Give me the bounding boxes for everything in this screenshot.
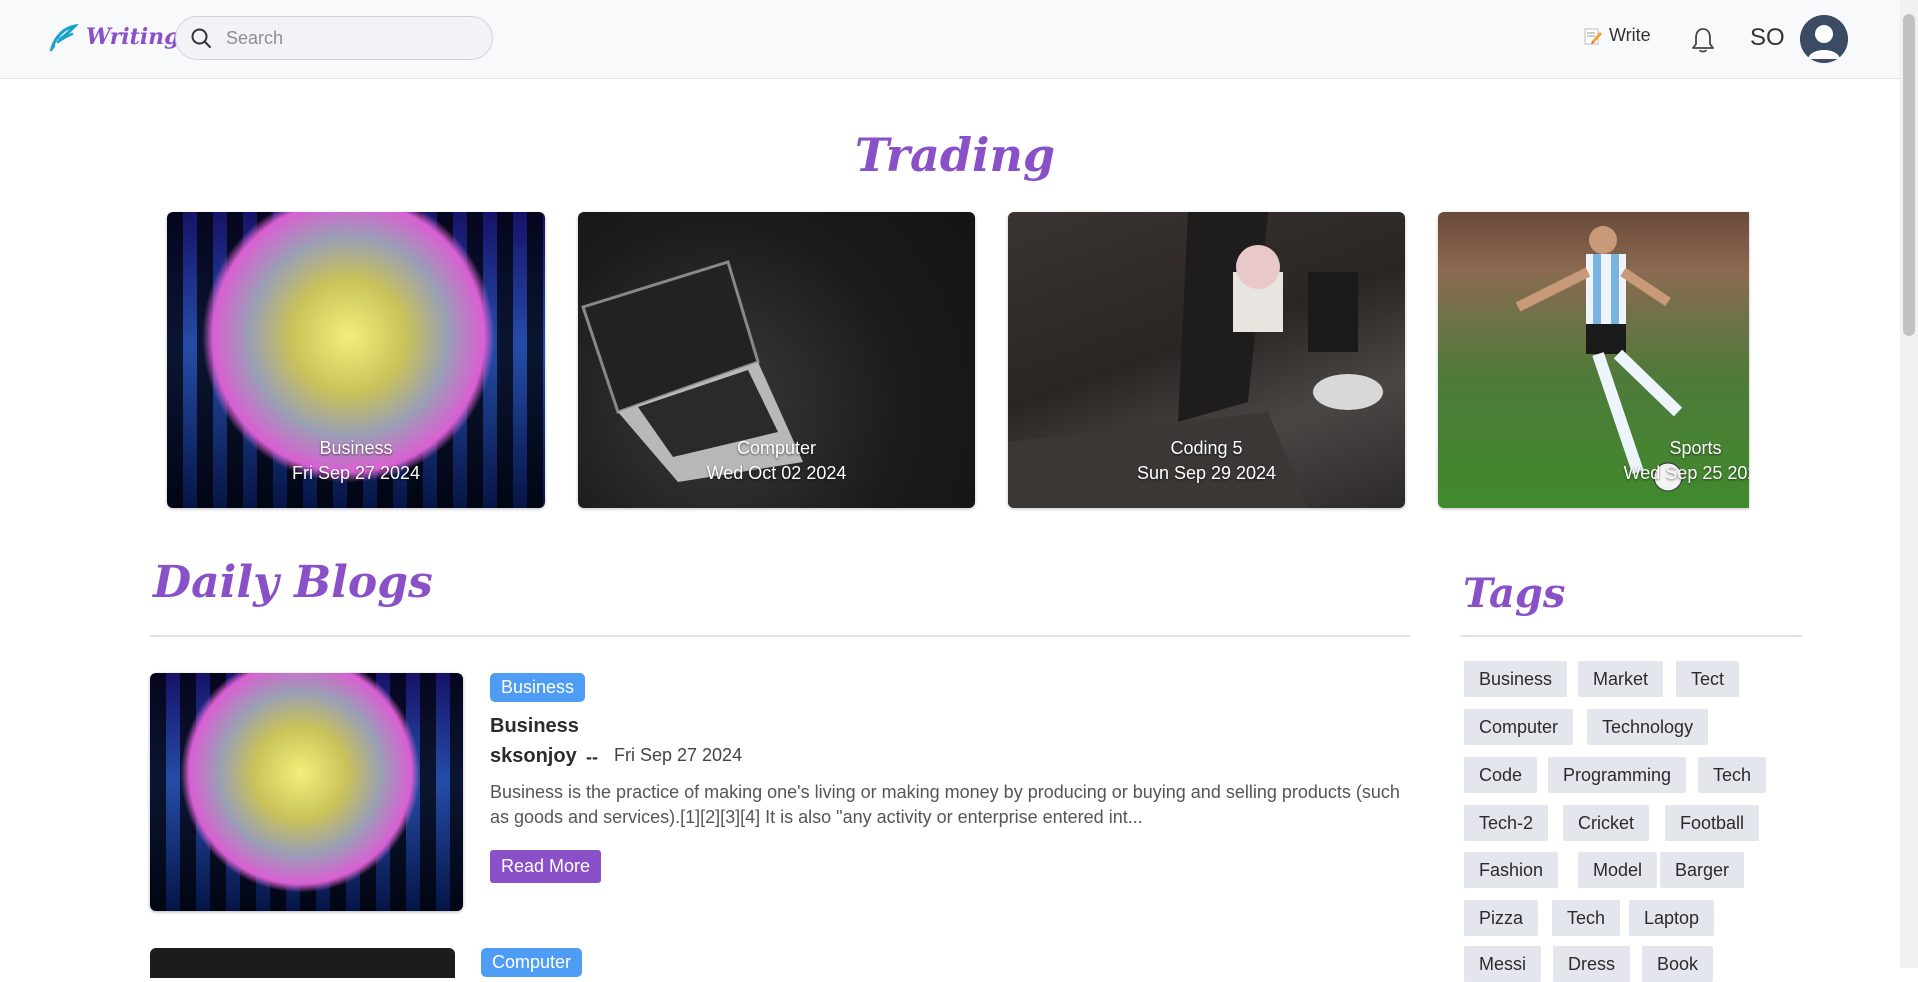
tag-chip[interactable]: Code <box>1464 757 1538 793</box>
tag-chip[interactable]: Model <box>1578 852 1658 888</box>
tag-chip[interactable]: Tech <box>1552 900 1621 936</box>
card-date: Fri Sep 27 2024 <box>291 463 421 483</box>
post-date: Fri Sep 27 2024 <box>614 745 743 765</box>
logo[interactable]: Writing <box>48 22 180 52</box>
tag-chip[interactable]: Dress <box>1553 946 1631 982</box>
user-avatar-icon <box>1800 15 1848 63</box>
card-caption: Computer Wed Oct 02 2024 <box>578 436 975 486</box>
trading-card[interactable]: Computer Wed Oct 02 2024 <box>578 212 975 508</box>
tag-chip[interactable]: Pizza <box>1464 900 1539 936</box>
tag-chip[interactable]: Tech <box>1698 757 1767 793</box>
notification-button[interactable] <box>1690 26 1716 59</box>
feather-logo-icon <box>49 23 78 52</box>
tag-chip[interactable]: Business <box>1464 661 1568 697</box>
avatar[interactable] <box>1800 15 1848 63</box>
trading-card[interactable]: Sports Wed Sep 25 2024 <box>1438 212 1749 508</box>
post-title[interactable]: Business <box>490 715 579 738</box>
tag-chip[interactable]: Programming <box>1548 757 1687 793</box>
search-icon <box>191 28 211 48</box>
card-date: Sun Sep 29 2024 <box>1136 463 1277 483</box>
tag-chip[interactable]: Football <box>1665 805 1760 841</box>
tag-chip[interactable]: Computer <box>1464 709 1574 745</box>
card-category: Business <box>319 438 393 458</box>
write-button[interactable]: Write <box>1583 25 1651 46</box>
tag-chip[interactable]: Laptop <box>1629 900 1715 936</box>
search-input[interactable] <box>224 26 468 50</box>
trading-card[interactable]: Business Fri Sep 27 2024 <box>167 212 545 508</box>
logo-text: Writing <box>86 24 180 50</box>
write-label: Write <box>1609 25 1651 45</box>
post-image <box>150 673 463 911</box>
card-date: Wed Oct 02 2024 <box>706 463 847 483</box>
card-caption: Sports Wed Sep 25 2024 <box>1540 436 1749 486</box>
tag-chip[interactable]: Market <box>1578 661 1664 697</box>
tag-chip[interactable]: Barger <box>1660 852 1745 888</box>
post-excerpt: Business is the practice of making one's… <box>490 782 1400 827</box>
tag-chip[interactable]: Book <box>1642 946 1714 982</box>
tag-chip[interactable]: Tect <box>1676 661 1740 697</box>
trading-title: Trading <box>854 128 1056 182</box>
user-initials[interactable]: SO <box>1750 24 1785 52</box>
top-navbar: Writing Write SO <box>0 0 1900 79</box>
card-date: Wed Sep 25 2024 <box>1623 463 1749 483</box>
tags-title: Tags <box>1463 570 1566 617</box>
card-caption: Business Fri Sep 27 2024 <box>167 436 545 486</box>
tag-chip[interactable]: Messi <box>1464 946 1542 982</box>
tag-chip[interactable]: Fashion <box>1464 852 1559 888</box>
trading-card[interactable]: Coding 5 Sun Sep 29 2024 <box>1008 212 1405 508</box>
post-thumbnail[interactable] <box>150 673 463 911</box>
author-date-separator: -- <box>586 747 598 767</box>
daily-blogs-title: Daily Blogs <box>153 557 433 608</box>
read-more-button[interactable]: Read More <box>490 850 602 883</box>
post-thumbnail[interactable] <box>150 948 455 978</box>
post-author[interactable]: sksonjoy <box>490 745 577 768</box>
write-icon <box>1584 28 1602 44</box>
divider <box>150 635 1410 637</box>
card-category: Coding 5 <box>1170 438 1243 458</box>
tag-chip[interactable]: Cricket <box>1563 805 1650 841</box>
category-badge[interactable]: Business <box>490 673 586 702</box>
category-badge[interactable]: Computer <box>481 948 583 977</box>
bell-icon <box>1692 28 1714 53</box>
tag-chip[interactable]: Technology <box>1587 709 1709 745</box>
divider <box>1460 635 1802 637</box>
card-category: Computer <box>736 438 817 458</box>
search-bar[interactable] <box>175 16 493 60</box>
card-category: Sports <box>1669 438 1722 458</box>
card-caption: Coding 5 Sun Sep 29 2024 <box>1008 436 1405 486</box>
tag-chip[interactable]: Tech-2 <box>1464 805 1549 841</box>
